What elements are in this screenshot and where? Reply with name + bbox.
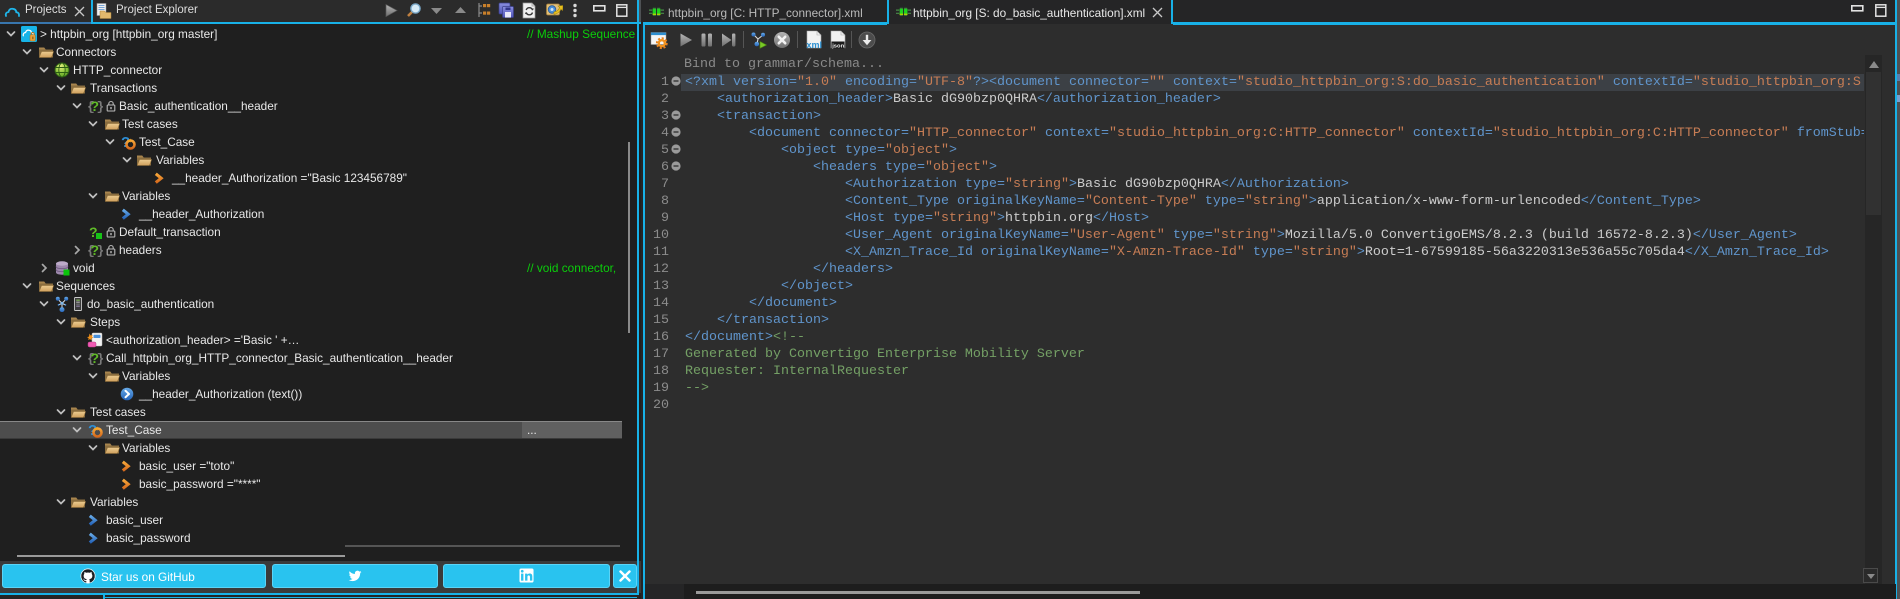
svg-text:json: json bbox=[831, 43, 844, 49]
svg-text:xml: xml bbox=[807, 40, 823, 50]
